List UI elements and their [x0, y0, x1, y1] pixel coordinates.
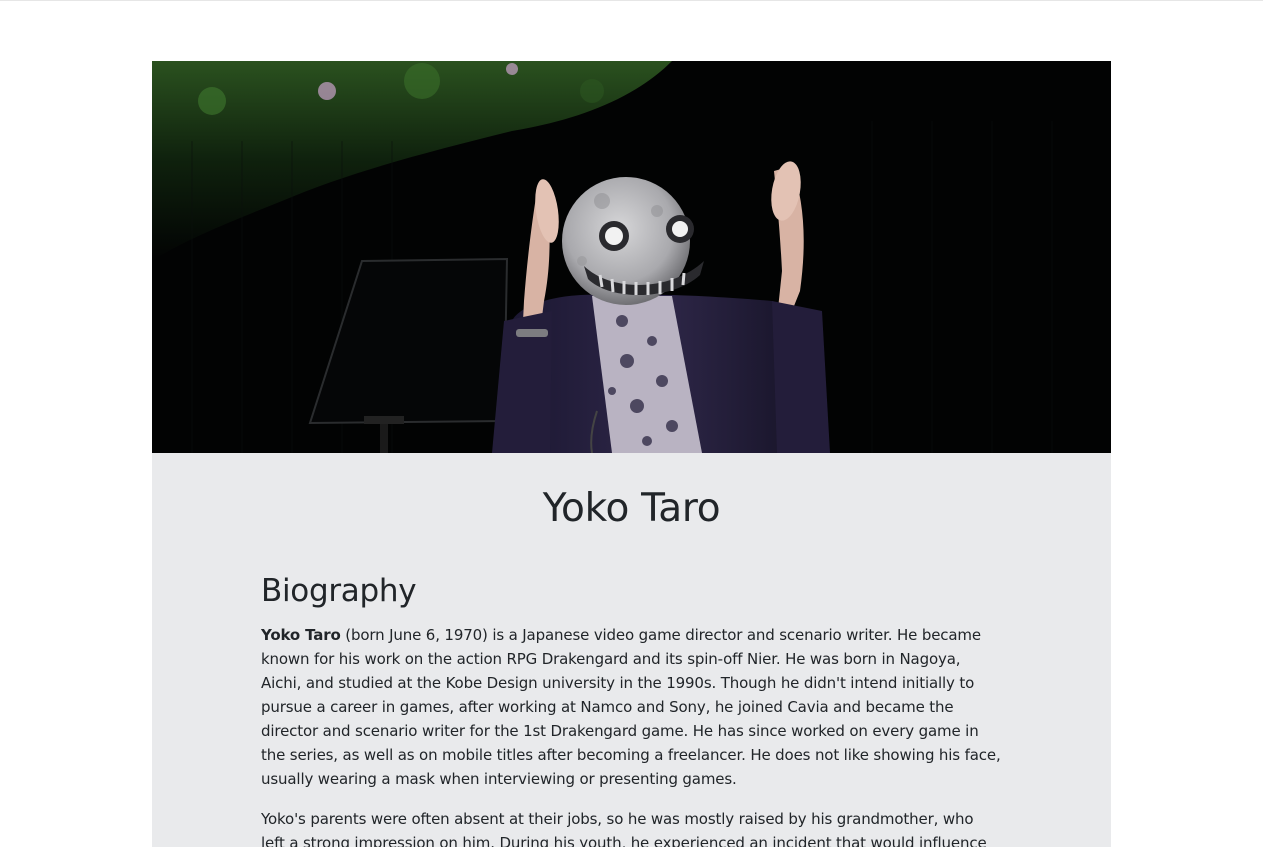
profile-card: Yoko Taro Biography Yoko Taro (born June… — [152, 61, 1111, 847]
profile-content: Yoko Taro Biography Yoko Taro (born June… — [152, 487, 1111, 847]
hero-image — [152, 61, 1111, 453]
top-divider — [0, 0, 1263, 1]
biography-heading: Biography — [261, 573, 417, 609]
biography-paragraph-1: Yoko Taro (born June 6, 1970) is a Japan… — [261, 623, 1001, 791]
biography-paragraph-1-text: (born June 6, 1970) is a Japanese video … — [261, 626, 1001, 788]
page-title: Yoko Taro — [542, 486, 721, 531]
biography-paragraph-2: Yoko's parents were often absent at thei… — [261, 810, 987, 847]
hero-photo — [152, 61, 1053, 453]
biography-name-bold: Yoko Taro — [261, 626, 341, 644]
